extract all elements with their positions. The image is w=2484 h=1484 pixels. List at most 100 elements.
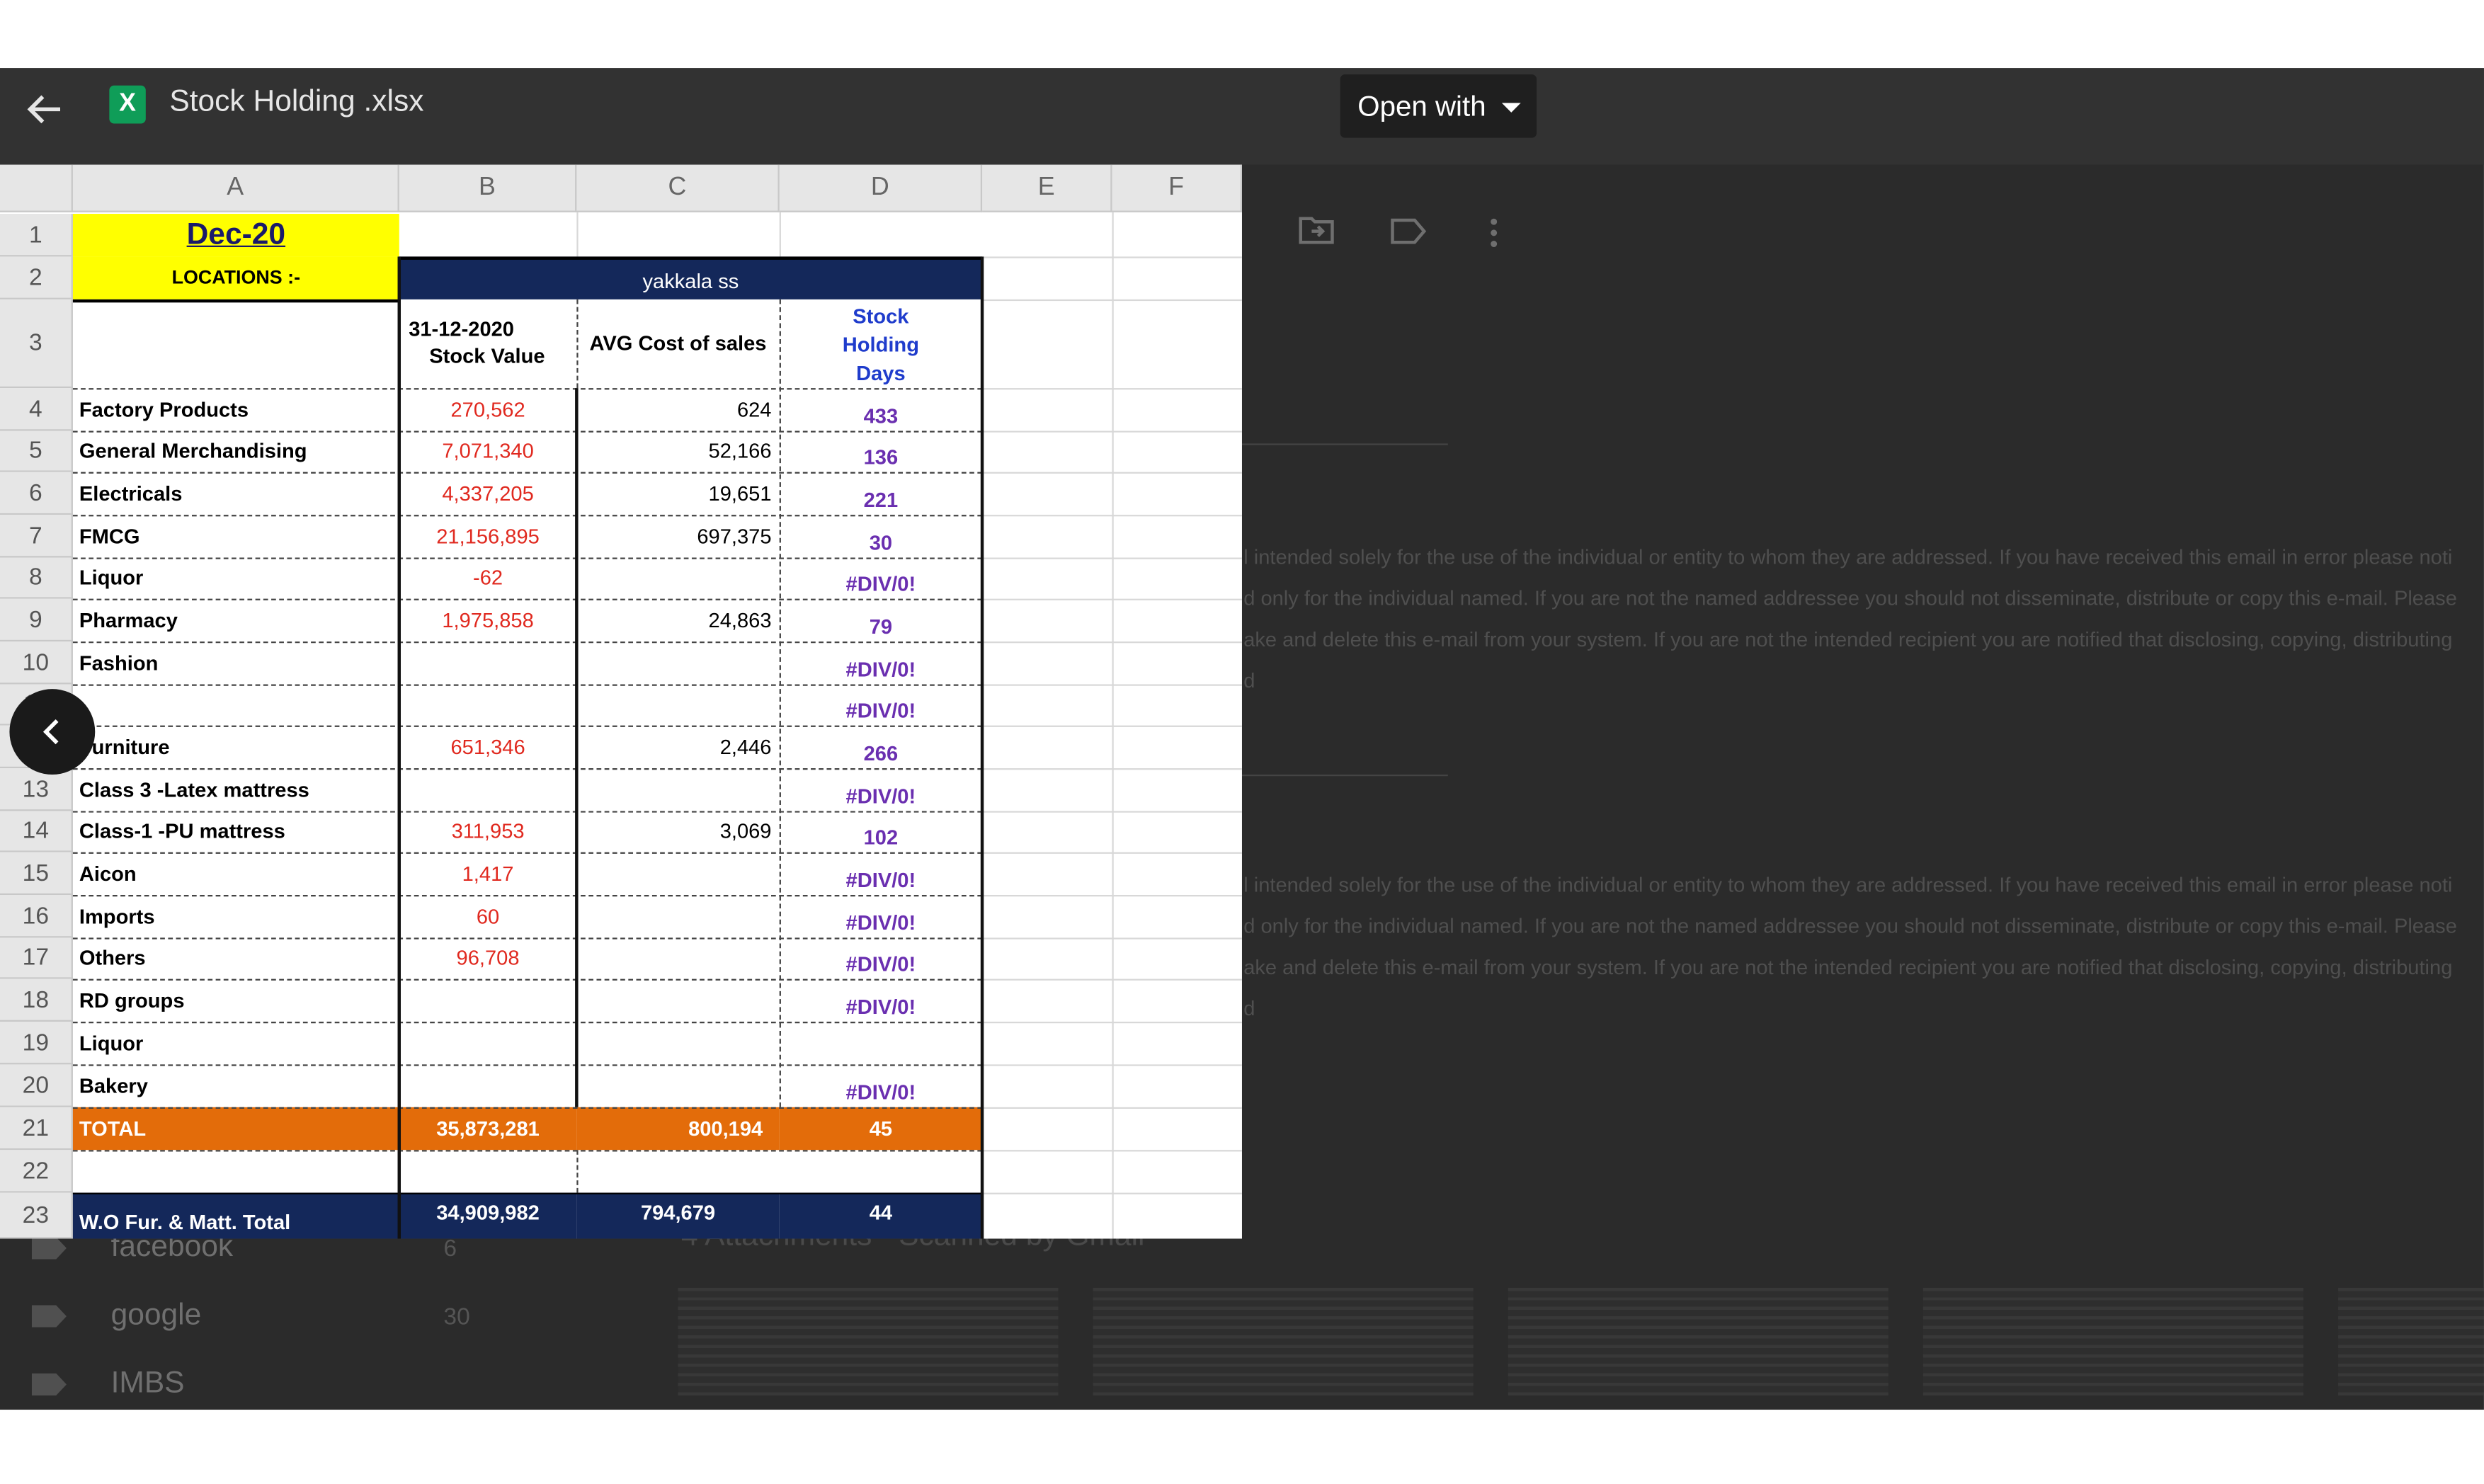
disclaimer-line: ake and delete this e-mail from your sys… [1243,627,2453,651]
back-arrow-icon[interactable] [22,87,67,132]
row-border [72,1021,983,1024]
disclaimer-line: l intended solely for the use of the ind… [1243,872,2453,897]
row-border [72,641,983,644]
column-header-bar: A B C D E F [0,164,1242,212]
sidebar-label-imbs[interactable]: IMBS [31,1367,185,1400]
previous-file-button[interactable] [9,689,96,775]
row-header-3: 3 [0,299,73,389]
holding-days-cell: 102 [863,825,899,850]
avg-cost-cell [576,684,779,725]
wo-total-holding-days: 44 [779,1192,983,1239]
avg-cost-cell [576,641,779,684]
row-border [72,299,399,303]
category-cell: Pharmacy [79,608,178,632]
more-vert-icon [1489,217,1498,258]
attachment-thumbnail[interactable] [2338,1287,2484,1395]
spreadsheet-preview: A B C D E F 1234567891011121314151617181… [0,164,1242,1239]
gridline [576,212,579,257]
row-header-1: 1 [0,214,73,257]
stock-value-cell: 4,337,205 [442,481,534,506]
gridline [1112,212,1114,1239]
column-border [779,299,781,1107]
column-header-f: F [1112,164,1242,212]
wo-total-avg-cost: 794,679 [576,1192,780,1239]
avg-cost-cell [576,979,779,1022]
stock-value-cell: 1,417 [462,862,514,886]
avg-cost-cell [576,557,779,598]
stock-value-cell [399,684,577,725]
holding-days-cell: #DIV/0! [845,867,916,892]
holding-days-cell: #DIV/0! [845,1080,916,1105]
attachment-thumbnail[interactable] [1093,1287,1474,1395]
category-cell: Electricals [79,481,183,506]
column-border [980,256,984,1239]
category-cell: Factory Products [79,397,249,422]
stock-value-cell: 60 [476,904,500,928]
holding-days-cell: #DIV/0! [845,994,916,1019]
header-holding-days: Stock Holding Days [780,302,982,388]
holding-days-cell: #DIV/0! [845,784,916,808]
attachment-thumbnail[interactable] [678,1287,1059,1395]
top-margin [0,0,2484,69]
sheet-title: Dec-20 [72,214,399,257]
header-stock-value: 31-12-2020 Stock Value [409,315,574,375]
stock-value-cell: -62 [473,565,503,590]
open-with-button[interactable]: Open with [1340,74,1537,138]
row-border [72,598,983,600]
category-cell: Bakery [79,1073,148,1098]
header-holding-days-line1: Stock [853,304,909,329]
avg-cost-cell [576,895,779,937]
row-border [72,811,983,813]
category-cell: RD groups [79,988,185,1012]
holding-days-cell: 30 [869,530,893,555]
holding-days-cell: 79 [869,615,893,639]
category-cell: Fashion [79,651,159,675]
file-name: Stock Holding .xlsx [169,85,424,119]
row-header-5: 5 [0,430,73,472]
row-header-9: 9 [0,598,73,642]
stock-value-cell [399,641,577,684]
location-name: yakkala ss [399,256,983,299]
row-header-19: 19 [0,1021,73,1065]
holding-days-cell [780,1022,982,1064]
row-header-10: 10 [0,641,73,685]
total-avg-cost: 800,194 [576,1107,780,1151]
stock-value-cell: 21,156,895 [436,524,540,549]
row-header-14: 14 [0,811,73,852]
row-border [72,937,983,940]
row-border [72,515,983,517]
category-cell: Others [79,945,146,970]
category-cell: Liquor [79,1031,144,1055]
column-border [576,299,579,389]
dropdown-caret-icon [1501,103,1521,113]
column-header-a: A [72,164,399,212]
stock-value-cell [399,768,577,811]
sidebar-label-facebook[interactable]: facebook 6 [31,1231,457,1264]
avg-cost-cell [576,852,779,895]
row-border [72,725,983,727]
stock-value-cell: 96,708 [456,945,520,970]
row-header-6: 6 [0,472,73,515]
attachment-thumbnail[interactable] [1508,1287,1888,1395]
holding-days-cell: 266 [863,741,899,765]
chevron-left-icon [42,719,59,745]
avg-cost-cell: 3,069 [719,818,772,843]
avg-cost-cell [576,768,779,811]
holding-days-cell: 221 [863,488,899,512]
avg-cost-cell [576,1022,779,1064]
sidebar-label-google[interactable]: google 30 [31,1299,470,1332]
holding-days-cell: #DIV/0! [845,698,916,723]
row-border [72,895,983,897]
holding-days-cell: #DIV/0! [845,911,916,935]
row-header-18: 18 [0,978,73,1022]
category-cell: Class-1 -PU mattress [79,818,285,843]
header-holding-days-line2: Holding [842,332,919,357]
label-icon [1389,217,1428,255]
category-cell: General Merchandising [79,438,307,463]
locations-label: LOCATIONS :- [72,256,399,299]
category-cell: Aicon [79,862,137,886]
header-stock-value-line1: 31-12-2020 [409,316,514,341]
file-viewer: l intended solely for the use of the ind… [0,0,2484,1484]
header-avg-cost: AVG Cost of sales [589,331,767,355]
attachment-thumbnail[interactable] [1922,1287,2303,1395]
